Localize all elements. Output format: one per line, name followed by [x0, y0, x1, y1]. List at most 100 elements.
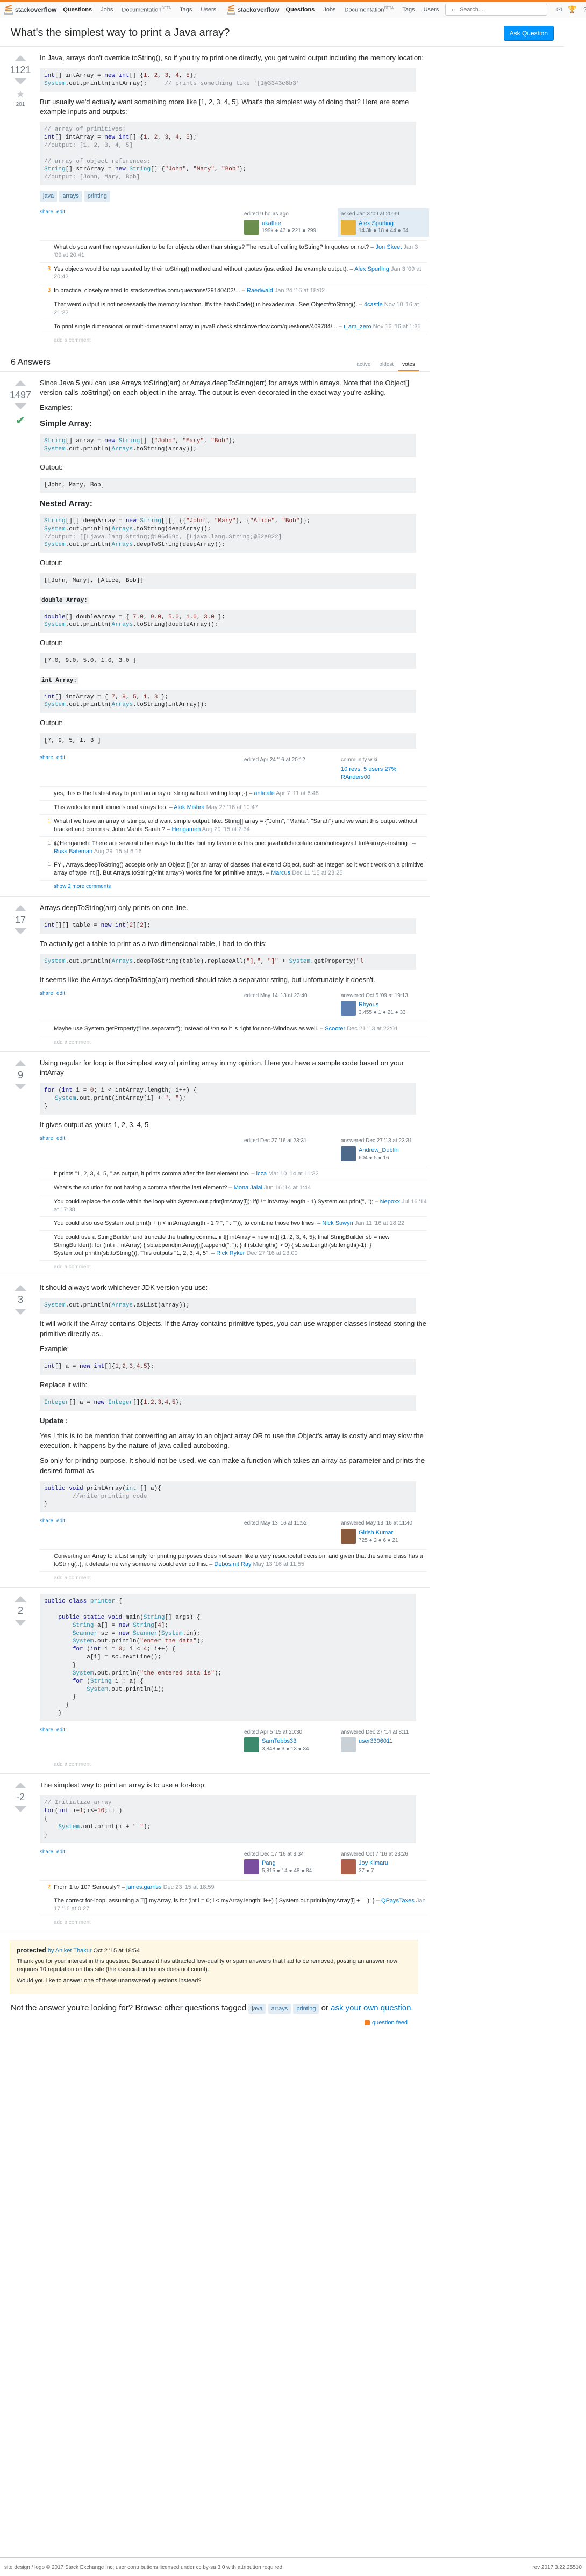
- avatar[interactable]: [341, 1001, 356, 1016]
- logo-repeat[interactable]: stackoverflow: [227, 5, 280, 15]
- upvote-arrow-icon[interactable]: [15, 1596, 26, 1603]
- share-link[interactable]: share: [40, 1518, 53, 1525]
- edited-time[interactable]: edited May 14 '13 at 23:40: [244, 992, 329, 1000]
- comment-user[interactable]: icza: [256, 1171, 267, 1177]
- nav-documentation-2[interactable]: DocumentationBETA: [342, 6, 396, 13]
- edit-link[interactable]: edit: [56, 754, 65, 762]
- comment-user[interactable]: james.garriss: [126, 1884, 161, 1890]
- downvote-arrow-icon[interactable]: [15, 928, 26, 934]
- user-name[interactable]: Pang: [262, 1859, 312, 1867]
- user-name[interactable]: RAnders00: [341, 774, 426, 782]
- avatar[interactable]: [341, 1737, 356, 1753]
- share-link[interactable]: share: [40, 1727, 53, 1734]
- upvote-arrow-icon[interactable]: [15, 1285, 26, 1291]
- share-link[interactable]: share: [40, 1849, 53, 1856]
- user-name[interactable]: Girish Kumar: [359, 1529, 398, 1537]
- ask-question-button[interactable]: Ask Question: [503, 26, 554, 41]
- user-name[interactable]: Joy Kimaru: [359, 1859, 388, 1867]
- comment-user[interactable]: anticafe: [254, 790, 275, 797]
- edited-time[interactable]: edited Dec 27 '16 at 23:31: [244, 1137, 329, 1145]
- search-box[interactable]: ⌕: [445, 4, 548, 16]
- nav-users[interactable]: Users: [198, 6, 218, 13]
- user-name[interactable]: ukaffee: [262, 220, 316, 228]
- comment-user[interactable]: QPaysTaxes: [381, 1897, 415, 1904]
- comment-user[interactable]: Alex Spurling: [354, 266, 389, 272]
- avatar[interactable]: [244, 1859, 259, 1875]
- tab-votes[interactable]: votes: [398, 359, 419, 372]
- edited-time[interactable]: edited Apr 24 '16 at 20:12: [244, 756, 329, 764]
- edited-time[interactable]: edited Dec 17 '16 at 3:34: [244, 1851, 329, 1858]
- add-comment-link[interactable]: add a comment: [40, 1572, 429, 1582]
- edit-link[interactable]: edit: [56, 1727, 65, 1734]
- comment-user[interactable]: i_am_zero: [344, 323, 371, 330]
- edit-link[interactable]: edit: [56, 1518, 65, 1525]
- achievements-icon[interactable]: 🏆: [568, 5, 576, 14]
- tag-printing[interactable]: printing: [293, 2003, 319, 2014]
- user-name[interactable]: user3306011: [359, 1737, 392, 1745]
- share-link[interactable]: share: [40, 208, 53, 216]
- comment-user[interactable]: Rick Ryker: [216, 1250, 245, 1257]
- comment-user[interactable]: Scooter: [325, 1026, 345, 1032]
- inbox-icon[interactable]: ✉: [555, 5, 563, 14]
- downvote-arrow-icon[interactable]: [15, 78, 26, 85]
- favorite-star-icon[interactable]: ★: [10, 88, 31, 100]
- help-icon[interactable]: ?: [581, 5, 586, 14]
- upvote-arrow-icon[interactable]: [15, 1060, 26, 1067]
- nav-questions[interactable]: Questions: [61, 6, 94, 13]
- nav-tags[interactable]: Tags: [177, 6, 194, 13]
- tag-printing[interactable]: printing: [84, 191, 110, 202]
- comment-user[interactable]: 4castle: [364, 301, 383, 308]
- search-input[interactable]: [459, 6, 544, 13]
- upvote-arrow-icon[interactable]: [15, 1783, 26, 1789]
- tab-oldest[interactable]: oldest: [375, 359, 398, 372]
- nav-tags-2[interactable]: Tags: [400, 6, 417, 13]
- add-comment-link[interactable]: add a comment: [40, 1036, 429, 1047]
- comment-user[interactable]: Raedwald: [247, 287, 273, 294]
- share-link[interactable]: share: [40, 1135, 53, 1143]
- nav-jobs-2[interactable]: Jobs: [321, 6, 338, 13]
- ask-own-question-link[interactable]: ask your own question.: [331, 2003, 413, 2012]
- downvote-arrow-icon[interactable]: [15, 1084, 26, 1090]
- user-name[interactable]: Andrew_Dublin: [359, 1146, 399, 1154]
- edited-time[interactable]: edited Apr 5 '15 at 20:30: [244, 1729, 329, 1736]
- nav-documentation[interactable]: DocumentationBETA: [119, 6, 173, 13]
- comment-user[interactable]: Mona Jalal: [234, 1185, 262, 1191]
- avatar[interactable]: [341, 1859, 356, 1875]
- tab-active[interactable]: active: [352, 359, 375, 372]
- tag-arrays[interactable]: arrays: [59, 191, 82, 202]
- comment-user[interactable]: Nepoxx: [380, 1199, 400, 1205]
- add-comment-link[interactable]: add a comment: [40, 1261, 429, 1271]
- question-title[interactable]: What's the simplest way to print a Java …: [11, 26, 230, 40]
- upvote-arrow-icon[interactable]: [15, 380, 26, 387]
- add-comment-link[interactable]: add a comment: [40, 1916, 429, 1926]
- nav-users-2[interactable]: Users: [421, 6, 441, 13]
- edited-time[interactable]: edited May 13 '16 at 11:52: [244, 1520, 329, 1527]
- question-feed-link[interactable]: question feed: [365, 2019, 586, 2027]
- comment-user[interactable]: Alok Mishra: [174, 804, 204, 811]
- comment-user[interactable]: Hengameh: [172, 826, 201, 833]
- show-more-comments-link[interactable]: show 2 more comments: [40, 881, 429, 891]
- avatar[interactable]: [341, 219, 356, 235]
- edited-time[interactable]: edited 9 hours ago: [244, 211, 329, 218]
- edit-link[interactable]: edit: [56, 1135, 65, 1143]
- downvote-arrow-icon[interactable]: [15, 1308, 26, 1315]
- downvote-arrow-icon[interactable]: [15, 403, 26, 410]
- add-comment-link[interactable]: add a comment: [40, 334, 429, 344]
- avatar[interactable]: [244, 219, 259, 235]
- upvote-arrow-icon[interactable]: [15, 55, 26, 61]
- share-link[interactable]: share: [40, 754, 53, 762]
- edit-link[interactable]: edit: [56, 990, 65, 998]
- comment-user[interactable]: Debosmit Ray: [214, 1561, 251, 1568]
- user-name[interactable]: SamTebbs33: [262, 1737, 309, 1745]
- share-link[interactable]: share: [40, 990, 53, 998]
- avatar[interactable]: [341, 1146, 356, 1161]
- protected-by[interactable]: by Aniket Thakur: [48, 1947, 92, 1954]
- downvote-arrow-icon[interactable]: [15, 1806, 26, 1812]
- downvote-arrow-icon[interactable]: [15, 1619, 26, 1626]
- user-name[interactable]: Alex Spurling: [359, 220, 409, 228]
- avatar[interactable]: [244, 1737, 259, 1753]
- tag-arrays[interactable]: arrays: [268, 2003, 291, 2014]
- comment-user[interactable]: Jon Skeet: [375, 244, 402, 250]
- tag-java[interactable]: java: [40, 191, 58, 202]
- nav-jobs[interactable]: Jobs: [98, 6, 115, 13]
